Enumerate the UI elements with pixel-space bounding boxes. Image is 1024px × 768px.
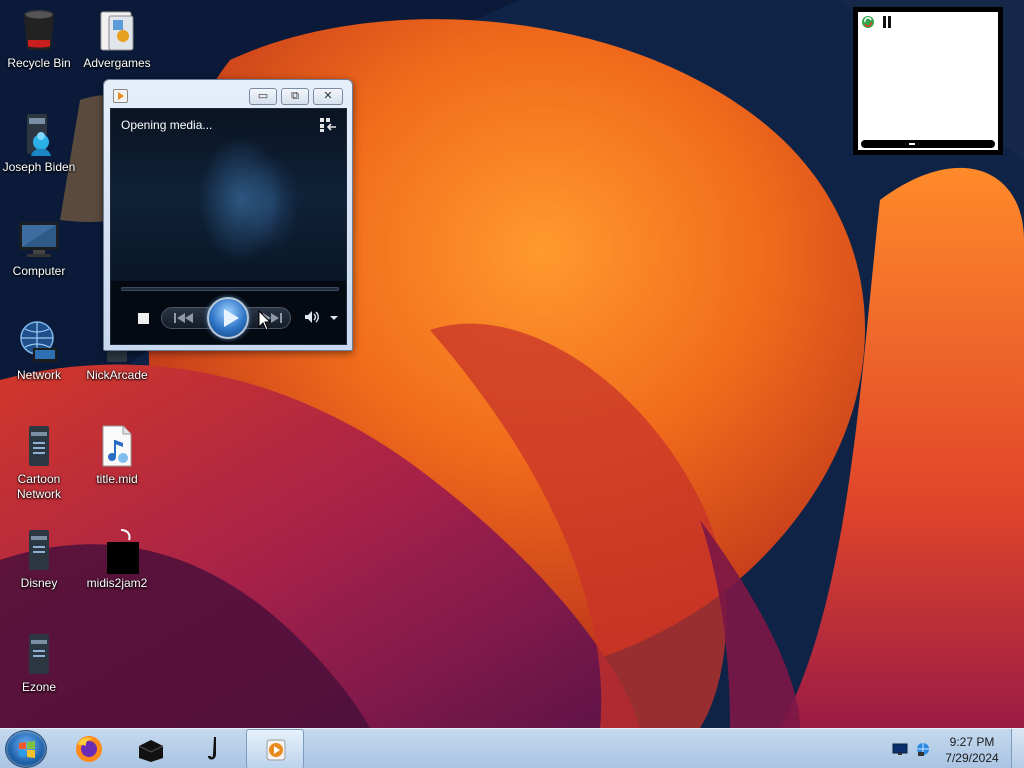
window-titlebar[interactable]: ▭ ⧉ ✕ bbox=[104, 80, 352, 108]
desktop-icon-label: Cartoon Network bbox=[16, 472, 61, 501]
switch-to-library-icon[interactable] bbox=[319, 117, 337, 133]
clock-time[interactable]: 9:27 PM bbox=[940, 735, 1004, 749]
mini-player-widget[interactable] bbox=[853, 7, 1003, 155]
black-box-app-icon bbox=[138, 740, 164, 762]
play-icon[interactable] bbox=[207, 297, 249, 339]
desktop-icon-label: Advergames bbox=[83, 56, 151, 70]
desktop-icon-ezone[interactable]: Ezone bbox=[0, 630, 78, 695]
seek-bar[interactable] bbox=[121, 287, 339, 291]
desktop-icon-label: title.mid bbox=[96, 472, 138, 486]
folder-icon bbox=[93, 6, 141, 54]
clock-date[interactable]: 7/29/2024 bbox=[940, 751, 1004, 765]
status-text: Opening media... bbox=[121, 118, 213, 132]
video-area[interactable]: Opening media... bbox=[111, 109, 346, 281]
previous-icon[interactable] bbox=[171, 310, 197, 326]
desktop-icon-disney[interactable]: Disney bbox=[0, 526, 78, 591]
player-content: Opening media... bbox=[110, 108, 347, 345]
desktop-icon-title-mid[interactable]: title.mid bbox=[78, 422, 156, 487]
desktop-icon-cartoon-network[interactable]: Cartoon Network bbox=[0, 422, 78, 502]
desktop-icon-label: Computer bbox=[12, 264, 66, 278]
progress-bar[interactable] bbox=[861, 140, 995, 148]
desktop-icon-joseph-biden[interactable]: Joseph Biden bbox=[0, 110, 78, 175]
taskbar-saxophone-app[interactable] bbox=[184, 729, 242, 768]
recycle-bin-icon bbox=[15, 6, 63, 54]
show-desktop-button[interactable] bbox=[1011, 729, 1024, 768]
desktop-icon-label: Disney bbox=[20, 576, 58, 590]
restore-button[interactable]: ⧉ bbox=[281, 88, 309, 105]
close-button[interactable]: ✕ bbox=[313, 88, 343, 105]
taskbar: 9:27 PM 7/29/2024 bbox=[0, 728, 1024, 768]
minimize-button[interactable]: ▭ bbox=[249, 88, 277, 105]
user-folder-icon bbox=[15, 110, 63, 158]
desktop-icon-advergames[interactable]: Advergames bbox=[78, 6, 156, 71]
app-icon bbox=[93, 526, 141, 574]
stop-icon[interactable] bbox=[138, 313, 149, 324]
pause-icon[interactable] bbox=[882, 16, 892, 28]
firefox-icon bbox=[76, 736, 102, 762]
transport-controls bbox=[111, 293, 346, 343]
desktop-icon-computer[interactable]: Computer bbox=[0, 214, 78, 279]
taskbar-black-box-app[interactable] bbox=[122, 729, 180, 768]
desktop-icon-label: Joseph Biden bbox=[2, 160, 76, 174]
midi-file-icon bbox=[93, 422, 141, 470]
display-icon[interactable] bbox=[892, 743, 908, 755]
shortcut-icon bbox=[15, 526, 63, 574]
refresh-icon[interactable] bbox=[861, 15, 875, 29]
media-player-icon bbox=[266, 739, 286, 761]
volume-dropdown-icon[interactable] bbox=[330, 316, 338, 320]
desktop-icon-label: Network bbox=[16, 368, 61, 382]
mouse-pointer-icon bbox=[258, 310, 272, 331]
start-button[interactable] bbox=[5, 730, 47, 768]
desktop-icon-network[interactable]: Network bbox=[0, 318, 78, 383]
media-player-icon bbox=[113, 89, 128, 103]
desktop-icon-label: NickArcade bbox=[86, 368, 148, 382]
desktop-icon-label: midis2jam2 bbox=[86, 576, 148, 590]
media-player-window[interactable]: ▭ ⧉ ✕ Opening media... bbox=[103, 79, 353, 351]
computer-icon bbox=[15, 214, 63, 262]
windows-logo-icon bbox=[19, 741, 35, 758]
shortcut-icon bbox=[15, 630, 63, 678]
desktop-icon-label: Ezone bbox=[21, 680, 57, 694]
saxophone-app-icon bbox=[208, 737, 216, 760]
shortcut-icon bbox=[15, 422, 63, 470]
network-icon bbox=[15, 318, 63, 366]
volume-icon[interactable] bbox=[303, 309, 321, 325]
desktop-icon-recycle-bin[interactable]: Recycle Bin bbox=[0, 6, 78, 71]
taskbar-media-player[interactable] bbox=[246, 729, 304, 768]
taskbar-firefox[interactable] bbox=[60, 729, 118, 768]
desktop-icon-label: Recycle Bin bbox=[7, 56, 71, 70]
network-icon[interactable] bbox=[914, 741, 932, 757]
desktop-icon-midis2jam2[interactable]: midis2jam2 bbox=[78, 526, 156, 591]
